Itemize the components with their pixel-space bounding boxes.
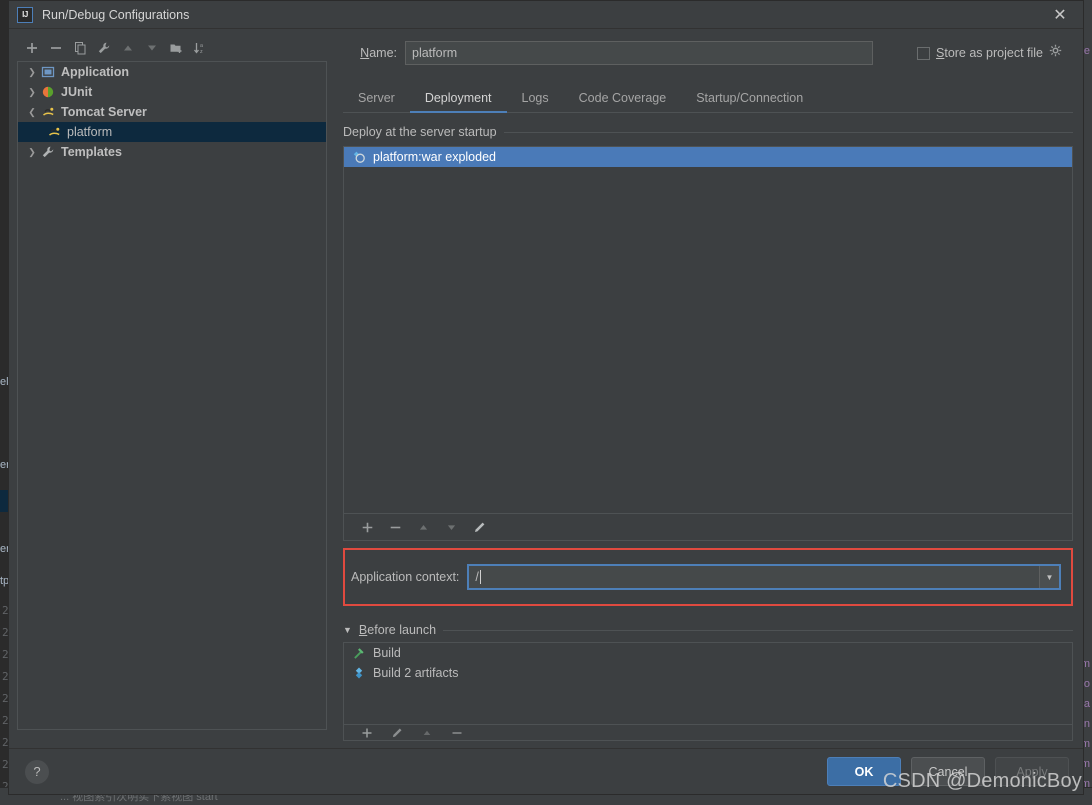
divider: [503, 131, 1073, 133]
application-context-combobox[interactable]: / ▼: [467, 564, 1061, 590]
list-item[interactable]: platform:war exploded: [344, 147, 1072, 167]
gear-icon[interactable]: [1049, 44, 1062, 62]
tree-item-platform[interactable]: platform: [18, 122, 326, 142]
before-launch-header[interactable]: ▼ Before launch: [343, 623, 1073, 637]
chevron-right-icon[interactable]: ❯: [24, 67, 40, 78]
tab-server[interactable]: Server: [343, 91, 410, 112]
apply-button: Apply: [995, 757, 1069, 786]
junit-icon: [40, 84, 56, 100]
tree-item-label: Templates: [61, 145, 122, 159]
tab-startup-connection[interactable]: Startup/Connection: [681, 91, 818, 112]
add-task-button[interactable]: [356, 725, 378, 740]
sort-az-icon[interactable]: a z: [189, 37, 211, 59]
dialog-actions: OK Cancel Apply: [827, 757, 1069, 786]
tab-code-coverage[interactable]: Code Coverage: [564, 91, 682, 112]
artifact-move-down-button[interactable]: [440, 516, 462, 538]
artifact-icon: [351, 665, 367, 681]
background-text-fragment: o: [1083, 678, 1090, 690]
before-launch-section: ▼ Before launch Build Build 2 artifacts: [343, 623, 1073, 741]
tab-logs[interactable]: Logs: [507, 91, 564, 112]
editor-tabs: Server Deployment Logs Code Coverage Sta…: [343, 83, 1073, 113]
configurations-toolbar: a z: [17, 35, 327, 61]
chevron-down-icon[interactable]: ❮: [24, 107, 40, 118]
chevron-right-icon[interactable]: ❯: [24, 87, 40, 98]
pencil-icon[interactable]: [468, 516, 490, 538]
edit-task-button[interactable]: [386, 725, 408, 740]
tree-item-label: JUnit: [61, 85, 93, 99]
list-item-label: platform:war exploded: [373, 150, 496, 164]
artifact-move-up-button[interactable]: [412, 516, 434, 538]
wrench-icon[interactable]: [93, 37, 115, 59]
deploy-group-title-text: Deploy at the server startup: [343, 125, 497, 139]
deploy-list-toolbar: [343, 514, 1073, 541]
copy-configuration-button[interactable]: [69, 37, 91, 59]
cancel-button[interactable]: Cancel: [911, 757, 985, 786]
hammer-icon: [351, 645, 367, 661]
configurations-pane: a z ❯ Application ❯ JUnit ❮ Tomcat Serve…: [9, 29, 335, 748]
tree-item-templates[interactable]: ❯ Templates: [18, 142, 326, 162]
wrench-icon: [40, 144, 56, 160]
chevron-right-icon[interactable]: ❯: [24, 147, 40, 158]
tree-item-junit[interactable]: ❯ JUnit: [18, 82, 326, 102]
application-context-value: /: [475, 570, 479, 584]
close-icon[interactable]: ✕: [1037, 1, 1083, 29]
folder-add-icon[interactable]: [165, 37, 187, 59]
deploy-group-title: Deploy at the server startup: [343, 125, 1073, 139]
name-input[interactable]: [405, 41, 873, 65]
application-context-label: Application context:: [351, 570, 460, 584]
tomcat-icon: [40, 104, 56, 120]
intellij-logo-icon: IJ: [17, 6, 33, 23]
dialog-title: Run/Debug Configurations: [42, 7, 190, 22]
tree-item-label: Application: [61, 65, 130, 79]
configurations-tree[interactable]: ❯ Application ❯ JUnit ❮ Tomcat Server pl…: [17, 61, 327, 730]
before-launch-list[interactable]: Build Build 2 artifacts: [343, 642, 1073, 725]
svg-text:z: z: [200, 49, 203, 55]
chevron-down-icon[interactable]: ▼: [1039, 566, 1059, 588]
dialog-button-bar: ? OK Cancel Apply: [9, 748, 1083, 794]
tab-deployment[interactable]: Deployment: [409, 91, 507, 113]
application-icon: [40, 64, 56, 80]
task-move-up-button[interactable]: [416, 725, 438, 740]
tomcat-icon: [46, 124, 62, 140]
remove-task-button[interactable]: [446, 725, 468, 740]
triangle-down-icon[interactable]: ▼: [343, 625, 352, 635]
store-as-project-file-checkbox[interactable]: Store as project file: [917, 44, 1062, 62]
divider: [443, 629, 1073, 631]
list-item[interactable]: Build: [344, 643, 1072, 663]
add-artifact-button[interactable]: [356, 516, 378, 538]
background-text-fragment: n: [1083, 718, 1090, 730]
checkbox-box[interactable]: [917, 46, 930, 60]
dialog-titlebar: IJ Run/Debug Configurations ✕: [9, 1, 1083, 29]
deploy-artifacts-list[interactable]: platform:war exploded: [343, 146, 1073, 514]
tree-item-application[interactable]: ❯ Application: [18, 62, 326, 82]
remove-configuration-button[interactable]: [45, 37, 67, 59]
before-launch-toolbar: [343, 725, 1073, 741]
artifact-icon: [351, 149, 367, 165]
text-caret: [479, 570, 481, 584]
deploy-at-startup-group: Deploy at the server startup platform:wa…: [343, 125, 1073, 541]
arrow-up-icon[interactable]: [117, 37, 139, 59]
ok-button[interactable]: OK: [827, 757, 901, 786]
dialog-body: a z ❯ Application ❯ JUnit ❮ Tomcat Serve…: [9, 29, 1083, 748]
background-text-fragment: e: [1083, 45, 1090, 57]
tree-item-label: Tomcat Server: [61, 105, 147, 119]
add-configuration-button[interactable]: [21, 37, 43, 59]
name-row: Name: Store as project file: [343, 37, 1073, 69]
background-text-fragment: a: [1083, 698, 1090, 710]
list-item-label: Build 2 artifacts: [373, 666, 459, 680]
tree-item-label: platform: [67, 125, 113, 139]
before-launch-title: Before launch: [358, 623, 437, 637]
remove-artifact-button[interactable]: [384, 516, 406, 538]
help-button[interactable]: ?: [25, 759, 49, 784]
run-debug-configurations-dialog: IJ Run/Debug Configurations ✕ a z ❯ Appl…: [8, 0, 1084, 795]
application-context-highlight: Application context: / ▼: [343, 548, 1073, 606]
application-context-input[interactable]: /: [469, 566, 1039, 588]
list-item-label: Build: [373, 646, 401, 660]
configuration-editor-pane: Name: Store as project file Server D: [335, 29, 1083, 748]
store-as-project-file-label: Store as project file: [936, 46, 1044, 60]
arrow-down-icon[interactable]: [141, 37, 163, 59]
list-item[interactable]: Build 2 artifacts: [344, 663, 1072, 683]
name-label: Name:: [360, 46, 397, 60]
tree-item-tomcat-server[interactable]: ❮ Tomcat Server: [18, 102, 326, 122]
